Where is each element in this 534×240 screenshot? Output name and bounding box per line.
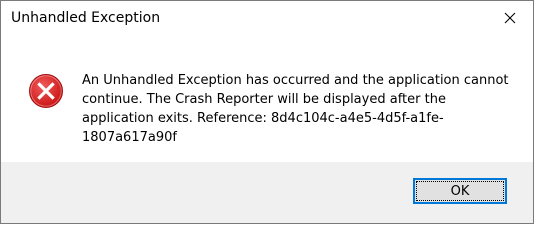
dialog-footer: OK [1, 162, 533, 223]
ok-button-label: OK [450, 183, 470, 199]
ok-button[interactable]: OK [413, 178, 507, 204]
error-icon [29, 74, 63, 108]
close-button[interactable] [487, 1, 533, 35]
close-icon [504, 12, 516, 24]
title-bar: Unhandled Exception [1, 1, 533, 39]
error-message: An Unhandled Exception has occurred and … [82, 73, 509, 145]
dialog-content: An Unhandled Exception has occurred and … [1, 39, 533, 162]
error-dialog: Unhandled Exception An Unhandled Excepti… [0, 0, 534, 224]
window-title: Unhandled Exception [11, 10, 161, 26]
